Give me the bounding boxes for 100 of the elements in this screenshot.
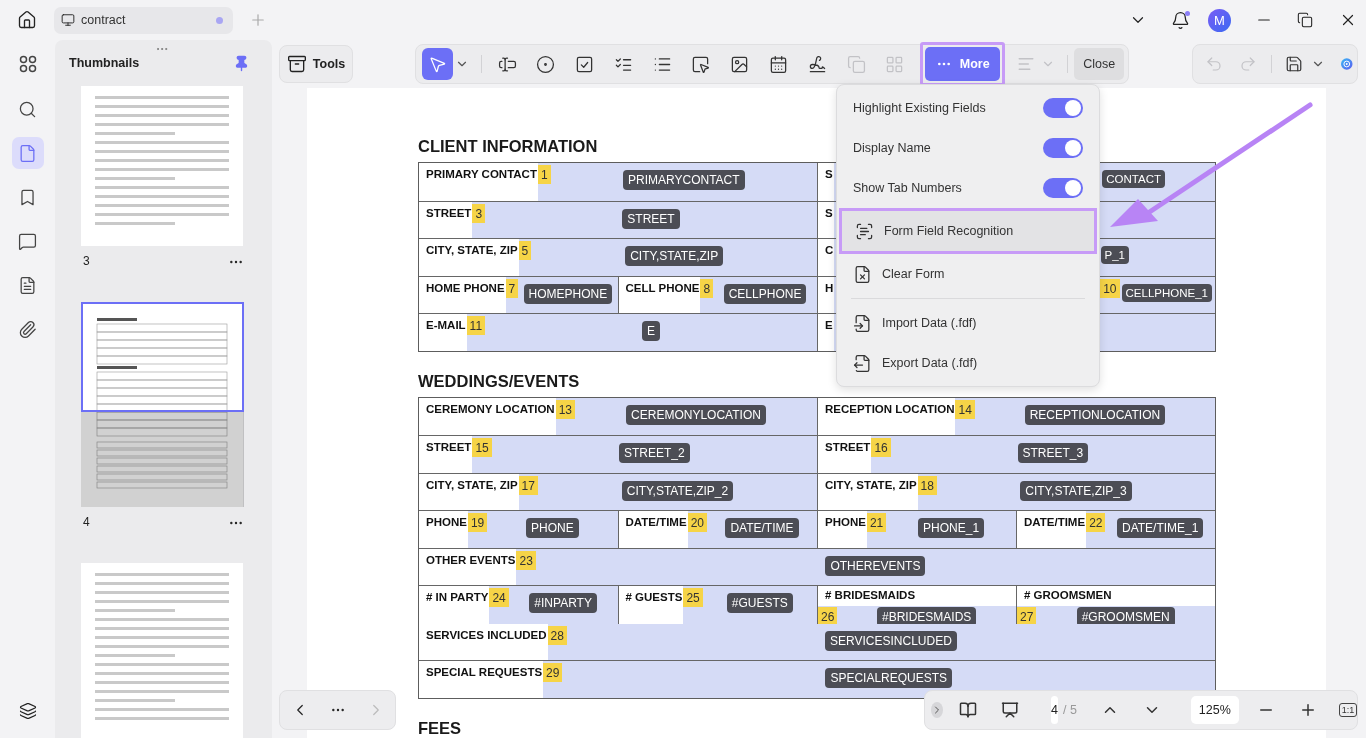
document-tab[interactable]: contract (54, 6, 233, 34)
form-field[interactable]: 3 STREET (472, 201, 817, 238)
page-number-field[interactable]: 4 (1051, 696, 1058, 724)
form-field[interactable]: 23 OTHEREVENTS (516, 548, 1215, 585)
tab-number-badge: 25 (683, 588, 703, 607)
toggle-switch[interactable] (1043, 178, 1083, 198)
pin-icon[interactable] (233, 54, 250, 72)
menu-item-label: Export Data (.fdf) (882, 356, 978, 370)
form-field[interactable]: 15 STREET_2 (472, 436, 817, 473)
pointer-tool[interactable] (422, 48, 453, 80)
menu-item[interactable]: Display Name (837, 128, 1099, 168)
form-field[interactable]: 14 RECEPTIONLOCATION (955, 397, 1215, 435)
page-thumbnail[interactable] (81, 86, 243, 246)
expand-icon[interactable] (931, 702, 943, 718)
file-import-icon (853, 313, 872, 333)
form-field[interactable]: 19 PHONE (467, 511, 618, 548)
menu-item[interactable]: Highlight Existing Fields (837, 88, 1099, 128)
paperclip-icon[interactable] (18, 319, 37, 339)
field-name-tag: #BRIDESMAIDS (877, 607, 977, 627)
form-field[interactable]: 7 HOMEPHONE (505, 276, 618, 313)
field-name-tag: PHONE_1 (918, 518, 985, 538)
field-name-tag: STREET_3 (1017, 443, 1089, 463)
more-button[interactable]: More (925, 47, 1001, 81)
actual-size-button[interactable]: 1:1 (1338, 703, 1358, 717)
form-field[interactable]: 21 PHONE_1 (866, 511, 1016, 548)
form-field[interactable]: 29 SPECIALREQUESTS (543, 661, 1215, 698)
form-field[interactable]: 18 CITY,STATE,ZIP_3 (917, 473, 1215, 510)
file-x-icon (853, 264, 872, 284)
field-name-tag: CITY,STATE,ZIP_3 (1020, 480, 1132, 501)
page-thumbnail[interactable] (81, 302, 243, 507)
menu-item-label: Clear Form (882, 267, 945, 281)
form-field[interactable]: 25 #GUESTS (683, 586, 817, 627)
tab-number-badge: 10 (1100, 278, 1120, 298)
menu-item[interactable]: Import Data (.fdf) (837, 303, 1099, 343)
form-field[interactable]: 5 CITY,STATE,ZIP (518, 239, 817, 276)
tab-number-badge: 3 (472, 203, 486, 223)
tab-number-badge: 29 (543, 663, 563, 682)
tab-number-badge: 8 (700, 278, 714, 298)
field-name-tag: CELLPHONE (723, 283, 807, 304)
page-thumbnail[interactable] (81, 563, 243, 738)
calendar-icon (768, 54, 788, 74)
form-field[interactable]: 22 DATE/TIME_1 (1086, 511, 1215, 548)
search-icon[interactable] (18, 99, 37, 119)
form-field[interactable]: 16 STREET_3 (871, 436, 1215, 473)
menu-item-label: Form Field Recognition (884, 224, 1014, 238)
field-name-tag: RECEPTIONLOCATION (1024, 404, 1166, 425)
apps-icon[interactable] (18, 55, 37, 73)
field-name-tag: P_1 (1100, 246, 1129, 264)
two-page-icon[interactable] (959, 701, 977, 719)
form-field[interactable]: 17 CITY,STATE,ZIP_2 (518, 473, 817, 510)
form-field[interactable]: 20 DATE/TIME (687, 511, 817, 548)
form-field[interactable]: 11 E (466, 314, 817, 351)
field-name-tag: CELLPHONE_1 (1121, 283, 1212, 302)
field-name-tag: CEREMONYLOCATION (626, 404, 766, 425)
monitor-icon (61, 13, 75, 27)
menu-item[interactable]: Clear Form (837, 254, 1099, 294)
signature-icon (807, 54, 827, 74)
field-name-tag: CITY,STATE,ZIP (625, 246, 724, 266)
bookmark-icon[interactable] (18, 187, 37, 207)
chat-icon[interactable] (18, 231, 37, 251)
home-icon[interactable] (17, 10, 37, 30)
field-name-tag: PRIMARYCONTACT (623, 170, 745, 190)
menu-item[interactable]: Show Tab Numbers (837, 168, 1099, 208)
field-name-tag: DATE/TIME (725, 518, 799, 538)
save-icon[interactable] (1285, 55, 1304, 73)
presentation-icon[interactable] (1001, 701, 1019, 719)
form-field[interactable]: 13 CEREMONYLOCATION (555, 397, 817, 435)
field-name-tag: CITY,STATE,ZIP_2 (621, 480, 734, 501)
field-name-tag: PHONE (526, 518, 579, 538)
form-field[interactable]: 1 PRIMARYCONTACT (537, 163, 817, 201)
menu-item-label: Show Tab Numbers (853, 181, 962, 195)
user-avatar[interactable]: M (1208, 8, 1231, 32)
form-field[interactable]: 24 #INPARTY (489, 586, 618, 627)
toggle-switch[interactable] (1043, 98, 1083, 118)
field-name-tag: E (642, 321, 661, 341)
layers-icon[interactable] (18, 702, 37, 720)
field-name-tag: #GUESTS (726, 593, 793, 613)
notification-bell-icon[interactable] (1171, 10, 1190, 30)
close-button[interactable]: Close (1074, 48, 1125, 80)
menu-item[interactable]: Form Field Recognition (839, 208, 1097, 254)
form-field[interactable]: 28 SERVICESINCLUDED (547, 623, 1215, 660)
menu-item-label: Import Data (.fdf) (882, 316, 977, 330)
menu-item-label: Display Name (853, 141, 931, 155)
thumbnails-tab[interactable] (11, 137, 44, 169)
zoom-level[interactable]: 125% (1190, 696, 1239, 724)
form-field[interactable]: 8 CELLPHONE (700, 276, 817, 313)
field-name-tag: SPECIALREQUESTS (825, 668, 953, 688)
toolbox-icon (286, 54, 307, 74)
field-name-tag: STREET (622, 208, 680, 229)
field-name-tag: #GROOMSMEN (1076, 607, 1175, 627)
menu-item[interactable]: Export Data (.fdf) (837, 343, 1099, 383)
tab-number-badge: 14 (955, 399, 975, 419)
copy-icon (846, 54, 866, 74)
field-name-tag: STREET_2 (619, 443, 690, 463)
document-icon[interactable] (18, 275, 37, 295)
page-icon[interactable] (18, 143, 37, 163)
tools-button[interactable]: Tools (279, 45, 353, 83)
toggle-switch[interactable] (1043, 138, 1083, 158)
restore-icon[interactable] (1297, 12, 1313, 28)
page-number: 4 (83, 515, 90, 529)
